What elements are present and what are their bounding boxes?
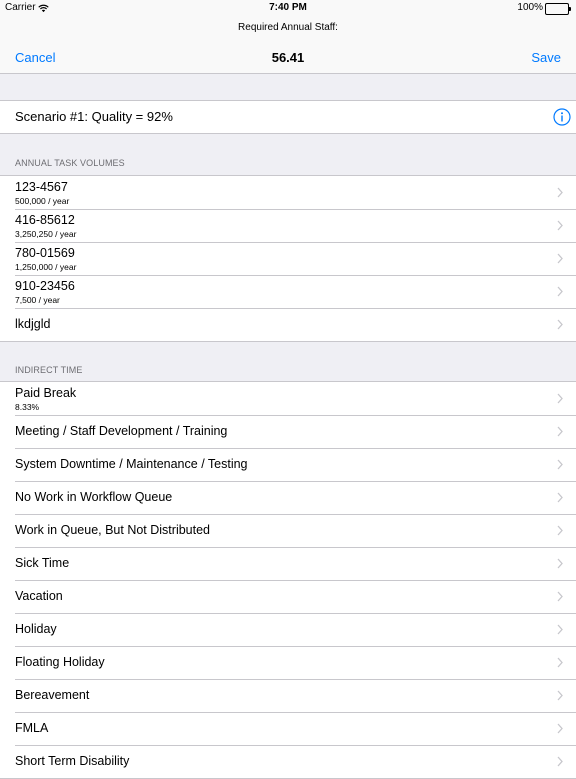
- indirect-time-row[interactable]: Sick Time: [0, 547, 576, 580]
- chevron-right-icon: [557, 723, 563, 734]
- chevron-right-icon: [557, 525, 563, 536]
- chevron-right-icon: [557, 187, 563, 198]
- task-volume-subtitle: 3,250,250 / year: [15, 229, 77, 239]
- indirect-time-row[interactable]: FMLA: [0, 712, 576, 745]
- task-volume-row[interactable]: 416-85612 3,250,250 / year: [0, 209, 576, 242]
- indirect-time-title: No Work in Workflow Queue: [15, 490, 173, 504]
- chevron-right-icon: [557, 690, 563, 701]
- task-volume-row[interactable]: 910-23456 7,500 / year: [0, 275, 576, 308]
- task-volume-subtitle: 500,000 / year: [15, 196, 70, 206]
- indirect-time-row[interactable]: Meeting / Staff Development / Training: [0, 415, 576, 448]
- section-header-indirect-time: INDIRECT TIME: [15, 365, 83, 375]
- indirect-time-title: Vacation: [15, 589, 63, 603]
- chevron-right-icon: [557, 253, 563, 264]
- chevron-right-icon: [557, 657, 563, 668]
- battery-icon: [545, 3, 571, 15]
- chevron-right-icon: [557, 319, 563, 330]
- indirect-time-row[interactable]: Floating Holiday: [0, 646, 576, 679]
- indirect-time-title: Short Term Disability: [15, 754, 130, 768]
- indirect-time-row[interactable]: No Work in Workflow Queue: [0, 481, 576, 514]
- save-button[interactable]: Save: [531, 50, 561, 65]
- indirect-time-title: Meeting / Staff Development / Training: [15, 424, 228, 438]
- chevron-right-icon: [557, 492, 563, 503]
- nav-prompt: Required Annual Staff:: [238, 22, 338, 33]
- chevron-right-icon: [557, 426, 563, 437]
- task-volume-row[interactable]: lkdjgld: [0, 308, 576, 341]
- indirect-time-title: Bereavement: [15, 688, 90, 702]
- chevron-right-icon: [557, 459, 563, 470]
- chevron-right-icon: [557, 286, 563, 297]
- navigation-bar: Required Annual Staff: Cancel 56.41 Save: [0, 17, 576, 74]
- task-volume-title: 416-85612: [15, 213, 75, 227]
- chevron-right-icon: [557, 220, 563, 231]
- task-volume-title: lkdjgld: [15, 317, 51, 331]
- indirect-time-title: FMLA: [15, 721, 49, 735]
- indirect-time-subtitle: 8.33%: [15, 402, 40, 412]
- task-volume-subtitle: 7,500 / year: [15, 295, 60, 305]
- task-volume-row[interactable]: 123-4567 500,000 / year: [0, 176, 576, 209]
- task-volumes-list: 123-4567 500,000 / year 416-85612 3,250,250…: [0, 175, 576, 342]
- indirect-time-title: Paid Break: [15, 386, 77, 400]
- task-volume-title: 123-4567: [15, 180, 68, 194]
- task-volume-title: 780-01569: [15, 246, 75, 260]
- indirect-time-title: Floating Holiday: [15, 655, 105, 669]
- required-staff-value: 56.41: [271, 50, 305, 65]
- chevron-right-icon: [557, 624, 563, 635]
- indirect-time-row[interactable]: System Downtime / Maintenance / Testing: [0, 448, 576, 481]
- indirect-time-row[interactable]: Short Term Disability: [0, 745, 576, 778]
- task-volume-subtitle: 1,250,000 / year: [15, 262, 77, 272]
- indirect-time-list: Paid Break 8.33% Meeting / Staff Developme…: [0, 381, 576, 779]
- indirect-time-row[interactable]: Vacation: [0, 580, 576, 613]
- task-volume-row[interactable]: 780-01569 1,250,000 / year: [0, 242, 576, 275]
- indirect-time-row[interactable]: Holiday: [0, 613, 576, 646]
- indirect-time-title: Work in Queue, But Not Distributed: [15, 523, 210, 537]
- chevron-right-icon: [557, 591, 563, 602]
- status-bar: Carrier 7:40 PM 100%: [0, 0, 576, 17]
- indirect-time-row[interactable]: Paid Break 8.33%: [0, 382, 576, 415]
- section-header-task-volumes: ANNUAL TASK VOLUMES: [15, 158, 125, 168]
- info-icon[interactable]: [553, 108, 571, 126]
- indirect-time-title: System Downtime / Maintenance / Testing: [15, 457, 248, 471]
- chevron-right-icon: [557, 558, 563, 569]
- chevron-right-icon: [557, 756, 563, 767]
- indirect-time-title: Holiday: [15, 622, 57, 636]
- indirect-time-title: Sick Time: [15, 556, 70, 570]
- battery-percentage: 100%: [517, 2, 543, 13]
- status-time: 7:40 PM: [269, 2, 307, 13]
- scenario-title: Scenario #1: Quality = 92%: [15, 109, 173, 124]
- chevron-right-icon: [557, 393, 563, 404]
- task-volume-title: 910-23456: [15, 279, 75, 293]
- indirect-time-row[interactable]: Bereavement: [0, 679, 576, 712]
- scenario-cell[interactable]: Scenario #1: Quality = 92%: [0, 100, 576, 134]
- indirect-time-row[interactable]: Work in Queue, But Not Distributed: [0, 514, 576, 547]
